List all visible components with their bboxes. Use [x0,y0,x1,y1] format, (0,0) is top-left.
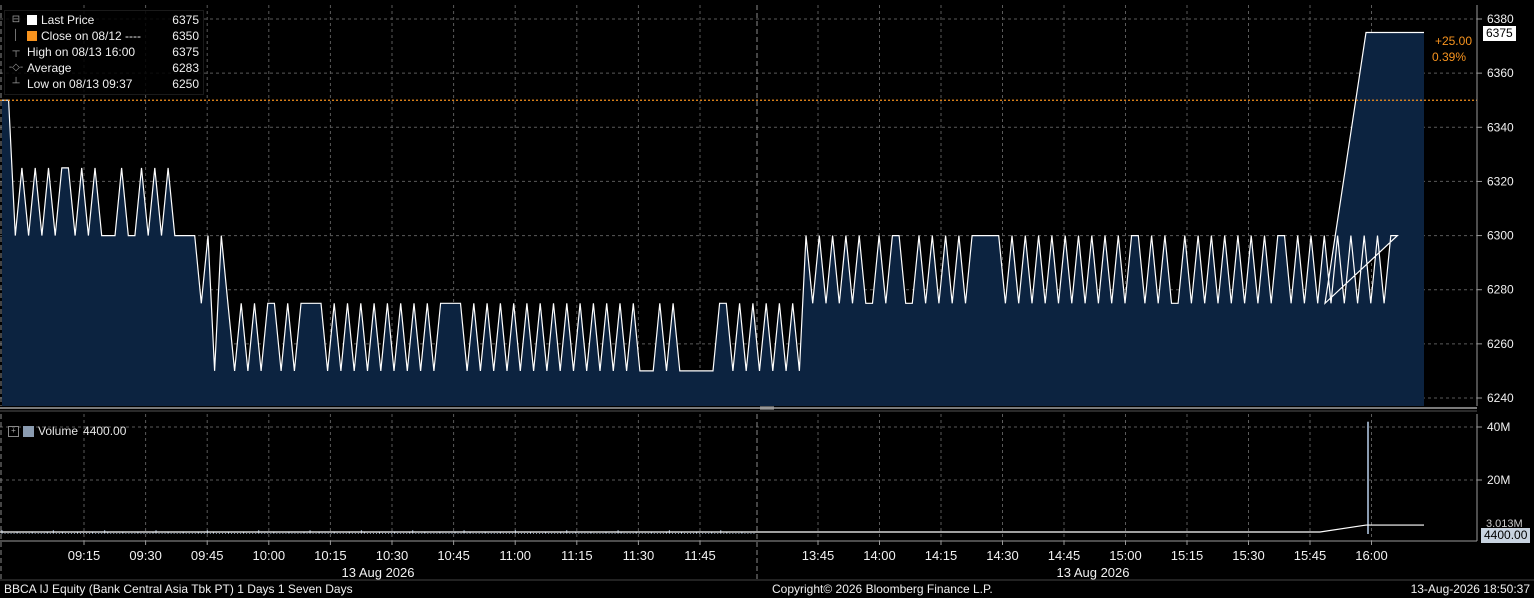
x-tick-label: 11:00 [499,548,531,563]
y-tick-label: 20M [1487,473,1510,487]
volume-legend[interactable]: + Volume 4400.00 [8,423,126,439]
price-y-axis: 6240 6260 6280 6300 6320 6340 6360 6380 [1476,5,1514,406]
x-tick-label: 10:45 [437,548,470,563]
price-legend: ⊟ Last Price 6375 │ Close on 08/12 ---- … [4,10,204,95]
price-change: +25.00 [1434,34,1472,48]
legend-value: 6283 [172,61,199,75]
x-tick-label: 09:15 [68,548,101,563]
white-square-icon [27,15,37,25]
x-tick-label: 14:15 [925,548,958,563]
y-tick-label: 6380 [1487,12,1514,26]
legend-label: Average [27,61,72,75]
last-price-tag: 6375 [1483,26,1516,41]
high-marker-icon: ┬ [12,46,20,57]
legend-average[interactable]: -◇- Average 6283 [9,60,199,76]
y-tick-label: 6340 [1487,120,1514,134]
low-marker-icon: ┴ [12,78,20,89]
legend-label: Close on 08/12 ---- [41,29,142,43]
x-tick-label: 10:30 [376,548,409,563]
volume-swatch-icon [23,425,34,437]
y-tick-label: 6280 [1487,283,1514,297]
x-date-label: 13 Aug 2026 [1056,565,1129,580]
x-tick-label: 10:15 [314,548,347,563]
tree-line-icon: │ [12,30,20,41]
x-tick-label: 15:00 [1109,548,1142,563]
x-tick-label: 14:00 [863,548,896,563]
chart-canvas: 62406260628063006320634063606380 20M40M … [0,5,1534,581]
footer-timestamp: 13-Aug-2026 18:50:37 [1410,582,1530,596]
legend-high[interactable]: ┬ High on 08/13 16:00 6375 [9,44,199,60]
x-tick-label: 11:15 [561,548,593,563]
x-tick-label: 11:30 [623,548,655,563]
volume-bars [0,421,1424,534]
x-tick-label: 15:45 [1294,548,1327,563]
volume-legend-value: 4400.00 [83,424,127,438]
legend-label: Low on 08/13 09:37 [27,77,133,91]
average-marker-icon: -◇- [8,62,24,73]
legend-label: Last Price [41,13,95,27]
y-tick-label: 40M [1487,420,1510,434]
x-tick-label: 15:30 [1232,548,1265,563]
x-tick-label: 16:00 [1355,548,1388,563]
legend-close[interactable]: │ Close on 08/12 ---- 6350 [9,28,199,44]
x-tick-label: 15:15 [1171,548,1204,563]
legend-value: 6350 [172,29,199,43]
y-tick-label: 6240 [1487,391,1514,405]
x-tick-label: 09:45 [191,548,224,563]
x-tick-label: 09:30 [129,548,162,563]
x-tick-label: 14:45 [1048,548,1081,563]
volume-running-tag: 3.013M [1486,519,1523,530]
footer-copyright: Copyright© 2026 Bloomberg Finance L.P. [772,582,993,596]
price-change-percent: 0.39% [1431,50,1466,64]
footer-ticker: BBCA IJ Equity (Bank Central Asia Tbk PT… [4,582,353,596]
legend-value: 6375 [172,13,199,27]
volume-legend-label: Volume [38,424,79,438]
orange-square-icon [27,31,37,41]
y-tick-label: 6300 [1487,229,1514,243]
legend-value: 6250 [172,77,199,91]
x-tick-label: 13:45 [802,548,835,563]
legend-last-price[interactable]: ⊟ Last Price 6375 [9,12,199,28]
volume-last-tag: 4400.00 [1481,528,1531,543]
legend-low[interactable]: ┴ Low on 08/13 09:37 6250 [9,76,199,92]
x-tick-label: 11:45 [684,548,716,563]
volume-running-line [0,524,1424,533]
collapse-icon[interactable]: ⊟ [9,14,23,26]
time-x-axis: 09:15 09:30 09:45 10:00 10:15 10:30 10:45 11:00… [0,540,1477,580]
x-tick-label: 10:00 [253,548,286,563]
x-tick-label: 14:30 [986,548,1019,563]
y-tick-label: 6360 [1487,66,1514,80]
x-date-label: 13 Aug 2026 [341,565,414,580]
y-tick-label: 6320 [1487,174,1514,188]
y-tick-label: 6260 [1487,337,1514,351]
legend-value: 6375 [172,45,199,59]
expand-icon[interactable]: + [8,425,19,437]
legend-label: High on 08/13 16:00 [27,45,136,59]
